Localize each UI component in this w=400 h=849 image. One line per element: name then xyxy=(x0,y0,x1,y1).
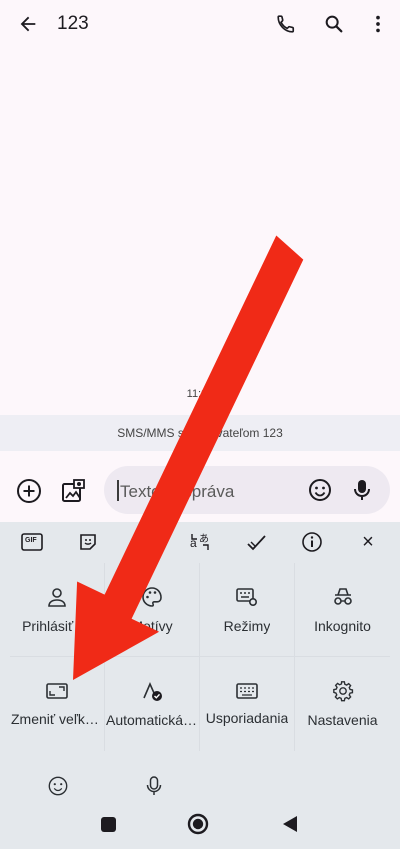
incognito-label: Inkognito xyxy=(314,617,371,634)
gear-icon xyxy=(332,681,353,702)
modes-label: Režimy xyxy=(223,617,271,634)
resize-item[interactable]: Zmeniť veľkosť xyxy=(10,657,105,751)
conversation-title: 123 xyxy=(57,13,89,34)
emoji-icon[interactable] xyxy=(306,476,334,504)
layouts-item[interactable]: Usporiadania xyxy=(200,657,295,751)
incognito-item[interactable]: Inkognito xyxy=(295,563,390,657)
sticker-icon[interactable] xyxy=(74,530,102,554)
spellcheck-icon[interactable] xyxy=(242,530,270,554)
svg-text:a: a xyxy=(190,536,197,550)
message-timestamp: 11:26 xyxy=(186,388,214,400)
home-icon[interactable] xyxy=(186,812,210,836)
gallery-icon[interactable] xyxy=(58,476,88,506)
autocorrect-icon xyxy=(143,682,162,701)
incognito-icon xyxy=(333,587,352,605)
keyboard-icon xyxy=(236,683,258,699)
back-arrow-icon[interactable] xyxy=(14,10,42,38)
themes-label: Motívy xyxy=(131,617,173,634)
resize-icon xyxy=(46,683,68,699)
text-caret xyxy=(117,480,119,501)
add-attachment-icon[interactable] xyxy=(14,476,44,506)
settings-item[interactable]: Nastavenia xyxy=(295,657,390,751)
close-icon[interactable]: × xyxy=(354,528,382,556)
layouts-label: Usporiadania xyxy=(205,710,289,726)
microphone-icon[interactable] xyxy=(348,476,376,504)
palette-icon xyxy=(142,586,162,607)
gif-label: GIF xyxy=(25,537,37,544)
sign-in-label: Prihlásiť sa xyxy=(22,617,92,634)
modes-icon xyxy=(236,587,258,606)
more-vert-icon[interactable] xyxy=(364,10,392,38)
keyboard-toolbar: GIF aあ × xyxy=(0,522,400,562)
search-icon[interactable] xyxy=(320,10,348,38)
sms-mms-notice-text: SMS/MMS s používateľom 123 xyxy=(117,426,283,440)
back-triangle-icon[interactable] xyxy=(280,813,300,835)
phone-icon[interactable] xyxy=(272,10,300,38)
resize-label: Zmeniť veľkosť xyxy=(11,711,103,727)
message-input-placeholder: Textová správa xyxy=(120,482,235,501)
sign-in-item[interactable]: Prihlásiť sa xyxy=(10,563,105,657)
recents-icon[interactable] xyxy=(101,817,116,832)
autocorrect-label: Automatická oprava xyxy=(106,712,198,728)
settings-label: Nastavenia xyxy=(307,712,378,728)
top-app-bar: 123 xyxy=(0,0,400,48)
modes-item[interactable]: Režimy xyxy=(200,563,295,657)
info-icon[interactable] xyxy=(298,530,326,554)
sms-mms-notice: SMS/MMS s používateľom 123 xyxy=(0,415,400,451)
keyboard-settings-grid: Prihlásiť sa Motívy Režimy Inkognito Zme… xyxy=(10,563,390,751)
svg-text:あ: あ xyxy=(199,533,209,545)
system-navigation-bar xyxy=(0,795,400,849)
gif-icon[interactable]: GIF xyxy=(18,530,46,554)
autocorrect-item[interactable]: Automatická oprava xyxy=(105,657,200,751)
themes-item[interactable]: Motívy xyxy=(105,563,200,657)
clipboard-icon[interactable] xyxy=(130,530,158,554)
account-icon xyxy=(48,587,66,607)
translate-icon[interactable]: aあ xyxy=(186,530,214,554)
